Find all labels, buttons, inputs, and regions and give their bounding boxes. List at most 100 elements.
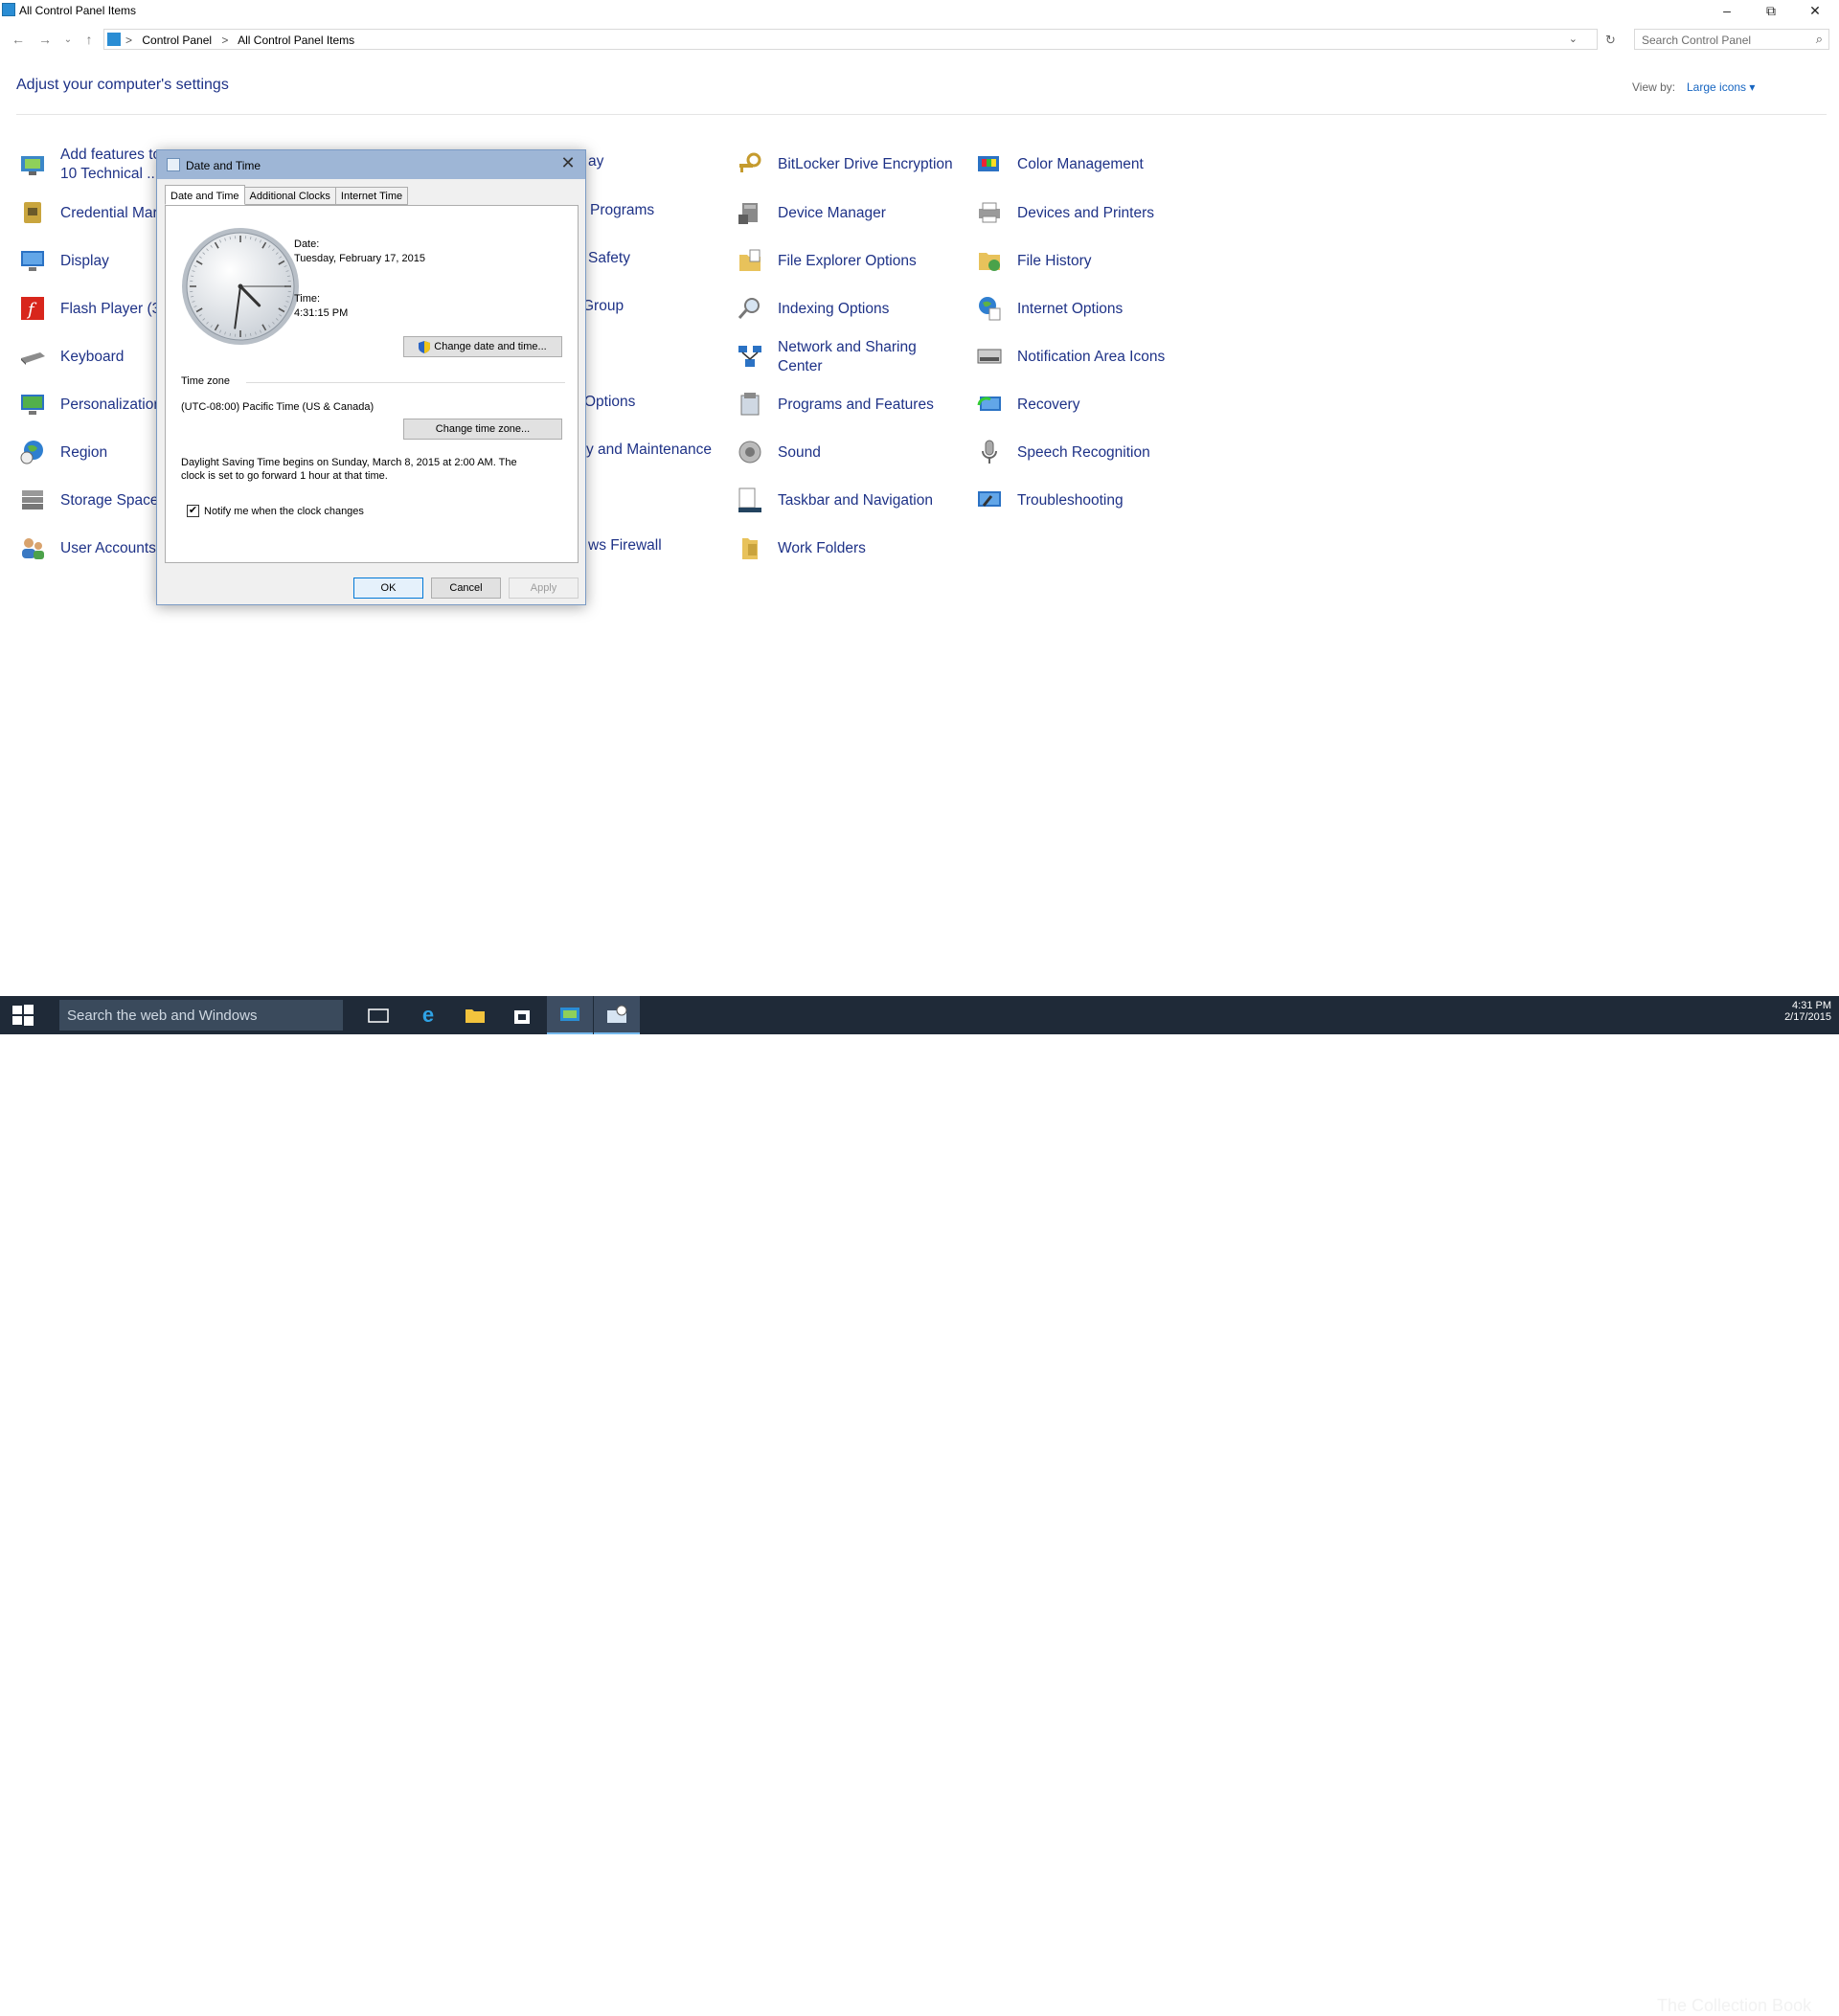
change-date-time-button[interactable]: Change date and time... [403,336,562,357]
change-timezone-button[interactable]: Change time zone... [403,419,562,440]
item-indexing-options[interactable]: Indexing Options [735,290,965,328]
up-arrow-icon: ↑ [86,32,93,47]
item-file-history[interactable]: File History [974,242,1204,281]
item-credential-manager[interactable]: Credential Mar [17,194,161,233]
notify-checkbox[interactable]: ✔ [187,505,199,517]
item-col2-2[interactable]: Programs [590,202,654,219]
task-view-icon [368,1007,389,1024]
item-taskbar-navigation[interactable]: Taskbar and Navigation [735,482,965,520]
forward-arrow-icon: → [38,32,52,47]
taskbar-icon [735,485,765,515]
dialog-close-icon[interactable]: ✕ [556,153,579,173]
view-by-dropdown[interactable]: Large icons ▾ [1687,80,1755,94]
personalization-icon [17,389,48,419]
taskbar-store-button[interactable] [499,996,545,1034]
search-input[interactable]: Search Control Panel ⌕ [1634,29,1829,50]
item-speech-recognition[interactable]: Speech Recognition [974,434,1204,472]
notify-label[interactable]: Notify me when the clock changes [204,506,364,517]
item-display[interactable]: Display [17,242,161,281]
recent-locations-button[interactable]: ⌄ [59,31,77,48]
file-explorer-icon [465,1007,486,1024]
cancel-button[interactable]: Cancel [431,578,501,599]
item-col2-3[interactable]: Safety [588,250,630,267]
up-button[interactable]: ↑ [80,31,98,48]
device-manager-icon [735,197,765,228]
forward-button[interactable]: → [36,31,54,48]
close-icon: ✕ [1809,3,1821,19]
item-programs-features[interactable]: Programs and Features [735,386,965,424]
address-input[interactable]: > Control Panel > All Control Panel Item… [103,29,1598,50]
item-add-features[interactable]: Add features to 10 Technical ... [17,146,161,184]
breadcrumb-all-items[interactable]: All Control Panel Items [238,34,354,47]
microphone-icon [974,437,1005,467]
dialog-title: Date and Time [186,159,261,172]
back-button[interactable]: ← [10,31,27,48]
tab-additional-clocks[interactable]: Additional Clocks [244,187,336,205]
start-button[interactable] [0,996,46,1034]
item-bitlocker[interactable]: BitLocker Drive Encryption [735,146,965,184]
flash-icon: f [17,293,48,324]
item-user-accounts[interactable]: User Accounts [17,530,161,568]
date-value: Tuesday, February 17, 2015 [294,253,425,264]
item-recovery[interactable]: Recovery [974,386,1204,424]
refresh-icon[interactable]: ↻ [1605,33,1616,48]
time-label: Time: [294,293,320,305]
task-view-button[interactable] [355,996,401,1034]
taskbar: Search the web and Windows e The Collect… [0,996,1839,1034]
sound-icon [735,437,765,467]
item-col2-7[interactable]: y and Maintenance [586,442,712,459]
item-color-management[interactable]: Color Management [974,146,1204,184]
display-icon [17,245,48,276]
keyboard-icon [17,341,48,372]
apply-button[interactable]: Apply [509,578,579,599]
timezone-value: (UTC-08:00) Pacific Time (US & Canada) [181,401,374,413]
tray-time: 4:31 PM [1784,1000,1831,1011]
time-value: 4:31:15 PM [294,307,348,319]
item-region[interactable]: Region [17,434,161,472]
item-col2-4[interactable]: Group [582,298,624,315]
taskbar-ie-button[interactable]: e [405,996,451,1034]
tab-internet-time[interactable]: Internet Time [335,187,408,205]
printer-icon [974,197,1005,228]
close-button[interactable]: ✕ [1793,0,1837,21]
date-time-dialog: Date and Time ✕ Date and Time Additional… [156,149,586,605]
credential-icon [17,197,48,228]
item-personalization[interactable]: Personalization [17,386,161,424]
internet-explorer-icon: e [422,1003,434,1028]
item-work-folders[interactable]: Work Folders [735,530,965,568]
restore-button[interactable]: ⧉ [1749,0,1793,21]
date-label: Date: [294,238,319,250]
dialog-tabs: Date and Time Additional Clocks Internet… [165,187,407,206]
taskbar-search-input[interactable]: Search the web and Windows [59,1000,343,1031]
analog-clock [180,226,301,347]
minimize-button[interactable]: – [1705,0,1749,21]
item-keyboard[interactable]: Keyboard [17,338,161,376]
item-sound[interactable]: Sound [735,434,965,472]
item-col2-9[interactable]: ws Firewall [588,537,662,555]
item-file-explorer-options[interactable]: File Explorer Options [735,242,965,281]
address-dropdown-icon[interactable]: ⌄ [1569,33,1578,45]
control-panel-icon [2,3,15,16]
taskbar-control-panel-button[interactable] [547,996,593,1034]
item-device-manager[interactable]: Device Manager [735,194,965,233]
tab-date-and-time[interactable]: Date and Time [165,185,245,205]
uac-shield-icon [419,341,430,353]
breadcrumb-control-panel[interactable]: Control Panel [142,34,212,47]
item-col2-1[interactable]: ay [588,153,603,170]
taskbar-explorer-button[interactable] [452,996,498,1034]
item-col2-6[interactable]: Options [584,394,635,411]
work-folders-icon [735,532,765,563]
item-flash-player[interactable]: f Flash Player (3 [17,290,161,328]
view-by-label: View by: [1632,80,1675,94]
item-storage-spaces[interactable]: Storage Spaces [17,482,161,520]
taskbar-date-time-button[interactable] [594,996,640,1034]
item-devices-printers[interactable]: Devices and Printers [974,194,1204,233]
item-troubleshooting[interactable]: Troubleshooting [974,482,1204,520]
ok-button[interactable]: OK [353,578,423,599]
date-time-icon [606,1005,627,1024]
item-internet-options[interactable]: Internet Options [974,290,1204,328]
timezone-heading: Time zone [181,375,230,387]
item-network-sharing[interactable]: Network and Sharing Center [735,338,965,376]
item-notification-area-icons[interactable]: Notification Area Icons [974,338,1204,376]
system-clock[interactable]: 4:31 PM 2/17/2015 [1784,1000,1831,1023]
